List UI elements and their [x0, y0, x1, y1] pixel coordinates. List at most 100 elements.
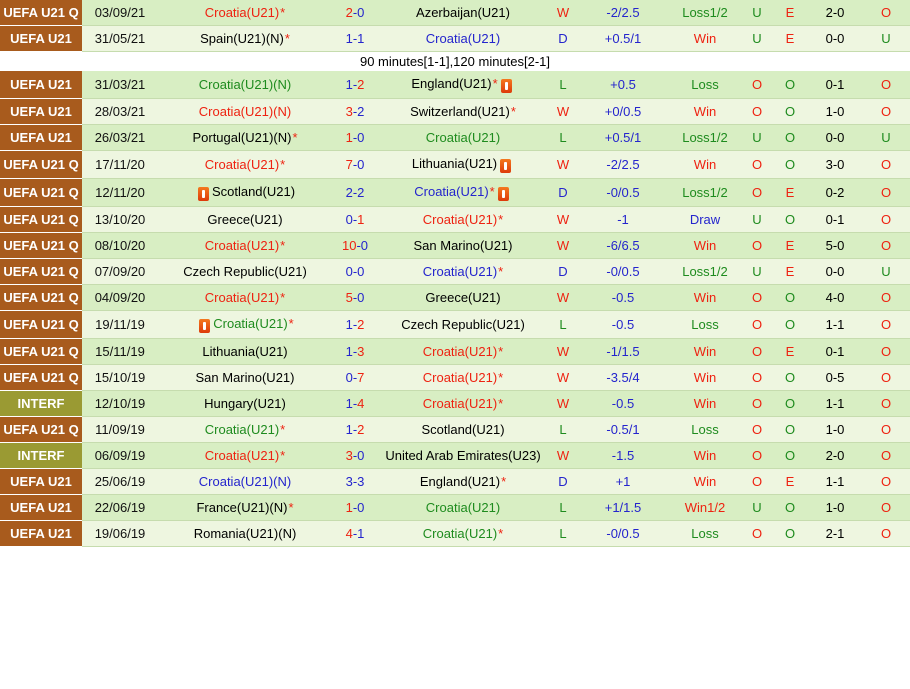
over-under-cell: U [742, 258, 772, 285]
second-score-cell: 2-1 [808, 520, 862, 547]
away-team-cell: Czech Republic(U21) [378, 310, 548, 339]
team-name: Croatia(U21) [204, 157, 280, 172]
second-score-cell: 1-1 [808, 310, 862, 339]
away-goals: 1 [357, 212, 365, 227]
competition-cell: UEFA U21 [0, 124, 82, 151]
second-score-cell: 4-0 [808, 284, 862, 311]
over-under-cell: O [742, 390, 772, 417]
second-score-cell: 0-0 [808, 25, 862, 52]
second-over-under-cell: U [862, 25, 910, 52]
team-name: Croatia(U21)(N) [198, 104, 292, 119]
away-team-cell: Croatia(U21)* [378, 206, 548, 233]
team-name: Lithuania(U21) [202, 344, 288, 359]
home-goals: 1 [345, 130, 353, 145]
result-cell: W [548, 364, 578, 391]
asterisk-marker: * [288, 316, 294, 331]
away-team-cell: Croatia(U21)* [378, 364, 548, 391]
asterisk-marker: * [489, 184, 495, 199]
team-name: Croatia(U21) [204, 238, 280, 253]
competition-cell: UEFA U21 Q [0, 338, 82, 365]
score-cell: 0-0 [332, 258, 378, 285]
over-under-cell: U [742, 206, 772, 233]
second-over-under-cell: O [862, 150, 910, 179]
home-goals: 3 [345, 448, 353, 463]
home-team-cell: Croatia(U21)(N) [158, 98, 332, 125]
date-cell: 26/03/21 [82, 124, 158, 151]
second-score-cell: 0-1 [808, 206, 862, 233]
home-team-cell: Romania(U21)(N) [158, 520, 332, 547]
match-row: UEFA U21 Q 17/11/20 Croatia(U21)* 7-0 Lithua… [0, 150, 910, 179]
date-cell: 07/09/20 [82, 258, 158, 285]
over-under-cell: O [742, 310, 772, 339]
asterisk-marker: * [498, 526, 504, 541]
competition-cell: INTERF [0, 442, 82, 469]
home-goals: 5 [345, 290, 353, 305]
handicap-cell: -0/0.5 [578, 258, 668, 285]
match-row: UEFA U21 22/06/19 France(U21)(N)* 1-0 Croati… [0, 494, 910, 521]
score-cell: 1-2 [332, 416, 378, 443]
second-over-under-cell: O [862, 178, 910, 207]
team-name: San Marino(U21) [413, 238, 513, 253]
score-cell: 7-0 [332, 150, 378, 179]
home-team-cell: Portugal(U21)(N)* [158, 124, 332, 151]
over-under-cell: O [742, 416, 772, 443]
asterisk-marker: * [292, 130, 298, 145]
result-cell: W [548, 284, 578, 311]
away-team-cell: United Arab Emirates(U23) [378, 442, 548, 469]
home-team-cell: Scotland(U21) [158, 178, 332, 207]
home-team-cell: France(U21)(N)* [158, 494, 332, 521]
even-odd-cell: E [772, 468, 808, 495]
away-goals: 0 [357, 448, 365, 463]
home-goals: 1 [345, 317, 353, 332]
second-over-under-cell: O [862, 338, 910, 365]
handicap-result-cell: Loss1/2 [668, 258, 742, 285]
even-odd-cell: E [772, 338, 808, 365]
handicap-cell: -1 [578, 206, 668, 233]
handicap-result-cell: Win [668, 98, 742, 125]
red-card-icon [497, 187, 509, 201]
date-cell: 25/06/19 [82, 468, 158, 495]
handicap-result-cell: Loss [668, 520, 742, 547]
team-name: Croatia(U21) [422, 344, 498, 359]
second-over-under-cell: O [862, 206, 910, 233]
over-under-cell: U [742, 0, 772, 26]
asterisk-marker: * [280, 290, 286, 305]
handicap-result-cell: Loss [668, 71, 742, 99]
match-row: UEFA U21 26/03/21 Portugal(U21)(N)* 1-0 Croa… [0, 124, 910, 151]
home-goals: 2 [345, 5, 353, 20]
away-team-cell: Croatia(U21) [378, 124, 548, 151]
home-team-cell: Croatia(U21)* [158, 150, 332, 179]
team-name: Scotland(U21) [421, 422, 505, 437]
home-team-cell: San Marino(U21) [158, 364, 332, 391]
result-cell: L [548, 520, 578, 547]
competition-cell: UEFA U21 Q [0, 150, 82, 179]
result-cell: W [548, 232, 578, 259]
second-score-cell: 0-1 [808, 71, 862, 99]
away-team-cell: Scotland(U21) [378, 416, 548, 443]
away-goals: 0 [357, 130, 365, 145]
over-under-cell: O [742, 338, 772, 365]
score-cell: 2-2 [332, 178, 378, 207]
result-cell: W [548, 338, 578, 365]
home-goals: 2 [345, 185, 353, 200]
handicap-result-cell: Win [668, 390, 742, 417]
team-name: Azerbaijan(U21) [416, 5, 510, 20]
asterisk-marker: * [280, 157, 286, 172]
handicap-cell: -0/0.5 [578, 178, 668, 207]
handicap-cell: -1/1.5 [578, 338, 668, 365]
even-odd-cell: O [772, 98, 808, 125]
away-team-cell: Croatia(U21)* [378, 520, 548, 547]
second-score-cell: 5-0 [808, 232, 862, 259]
even-odd-cell: O [772, 310, 808, 339]
date-cell: 03/09/21 [82, 0, 158, 26]
second-score-cell: 1-1 [808, 390, 862, 417]
over-under-cell: O [742, 98, 772, 125]
competition-cell: UEFA U21 Q [0, 416, 82, 443]
second-score-cell: 1-1 [808, 468, 862, 495]
away-goals: 0 [357, 157, 365, 172]
date-cell: 15/10/19 [82, 364, 158, 391]
score-cell: 5-0 [332, 284, 378, 311]
team-name: Lithuania(U21) [411, 156, 498, 171]
score-cell: 3-2 [332, 98, 378, 125]
handicap-result-cell: Win [668, 364, 742, 391]
